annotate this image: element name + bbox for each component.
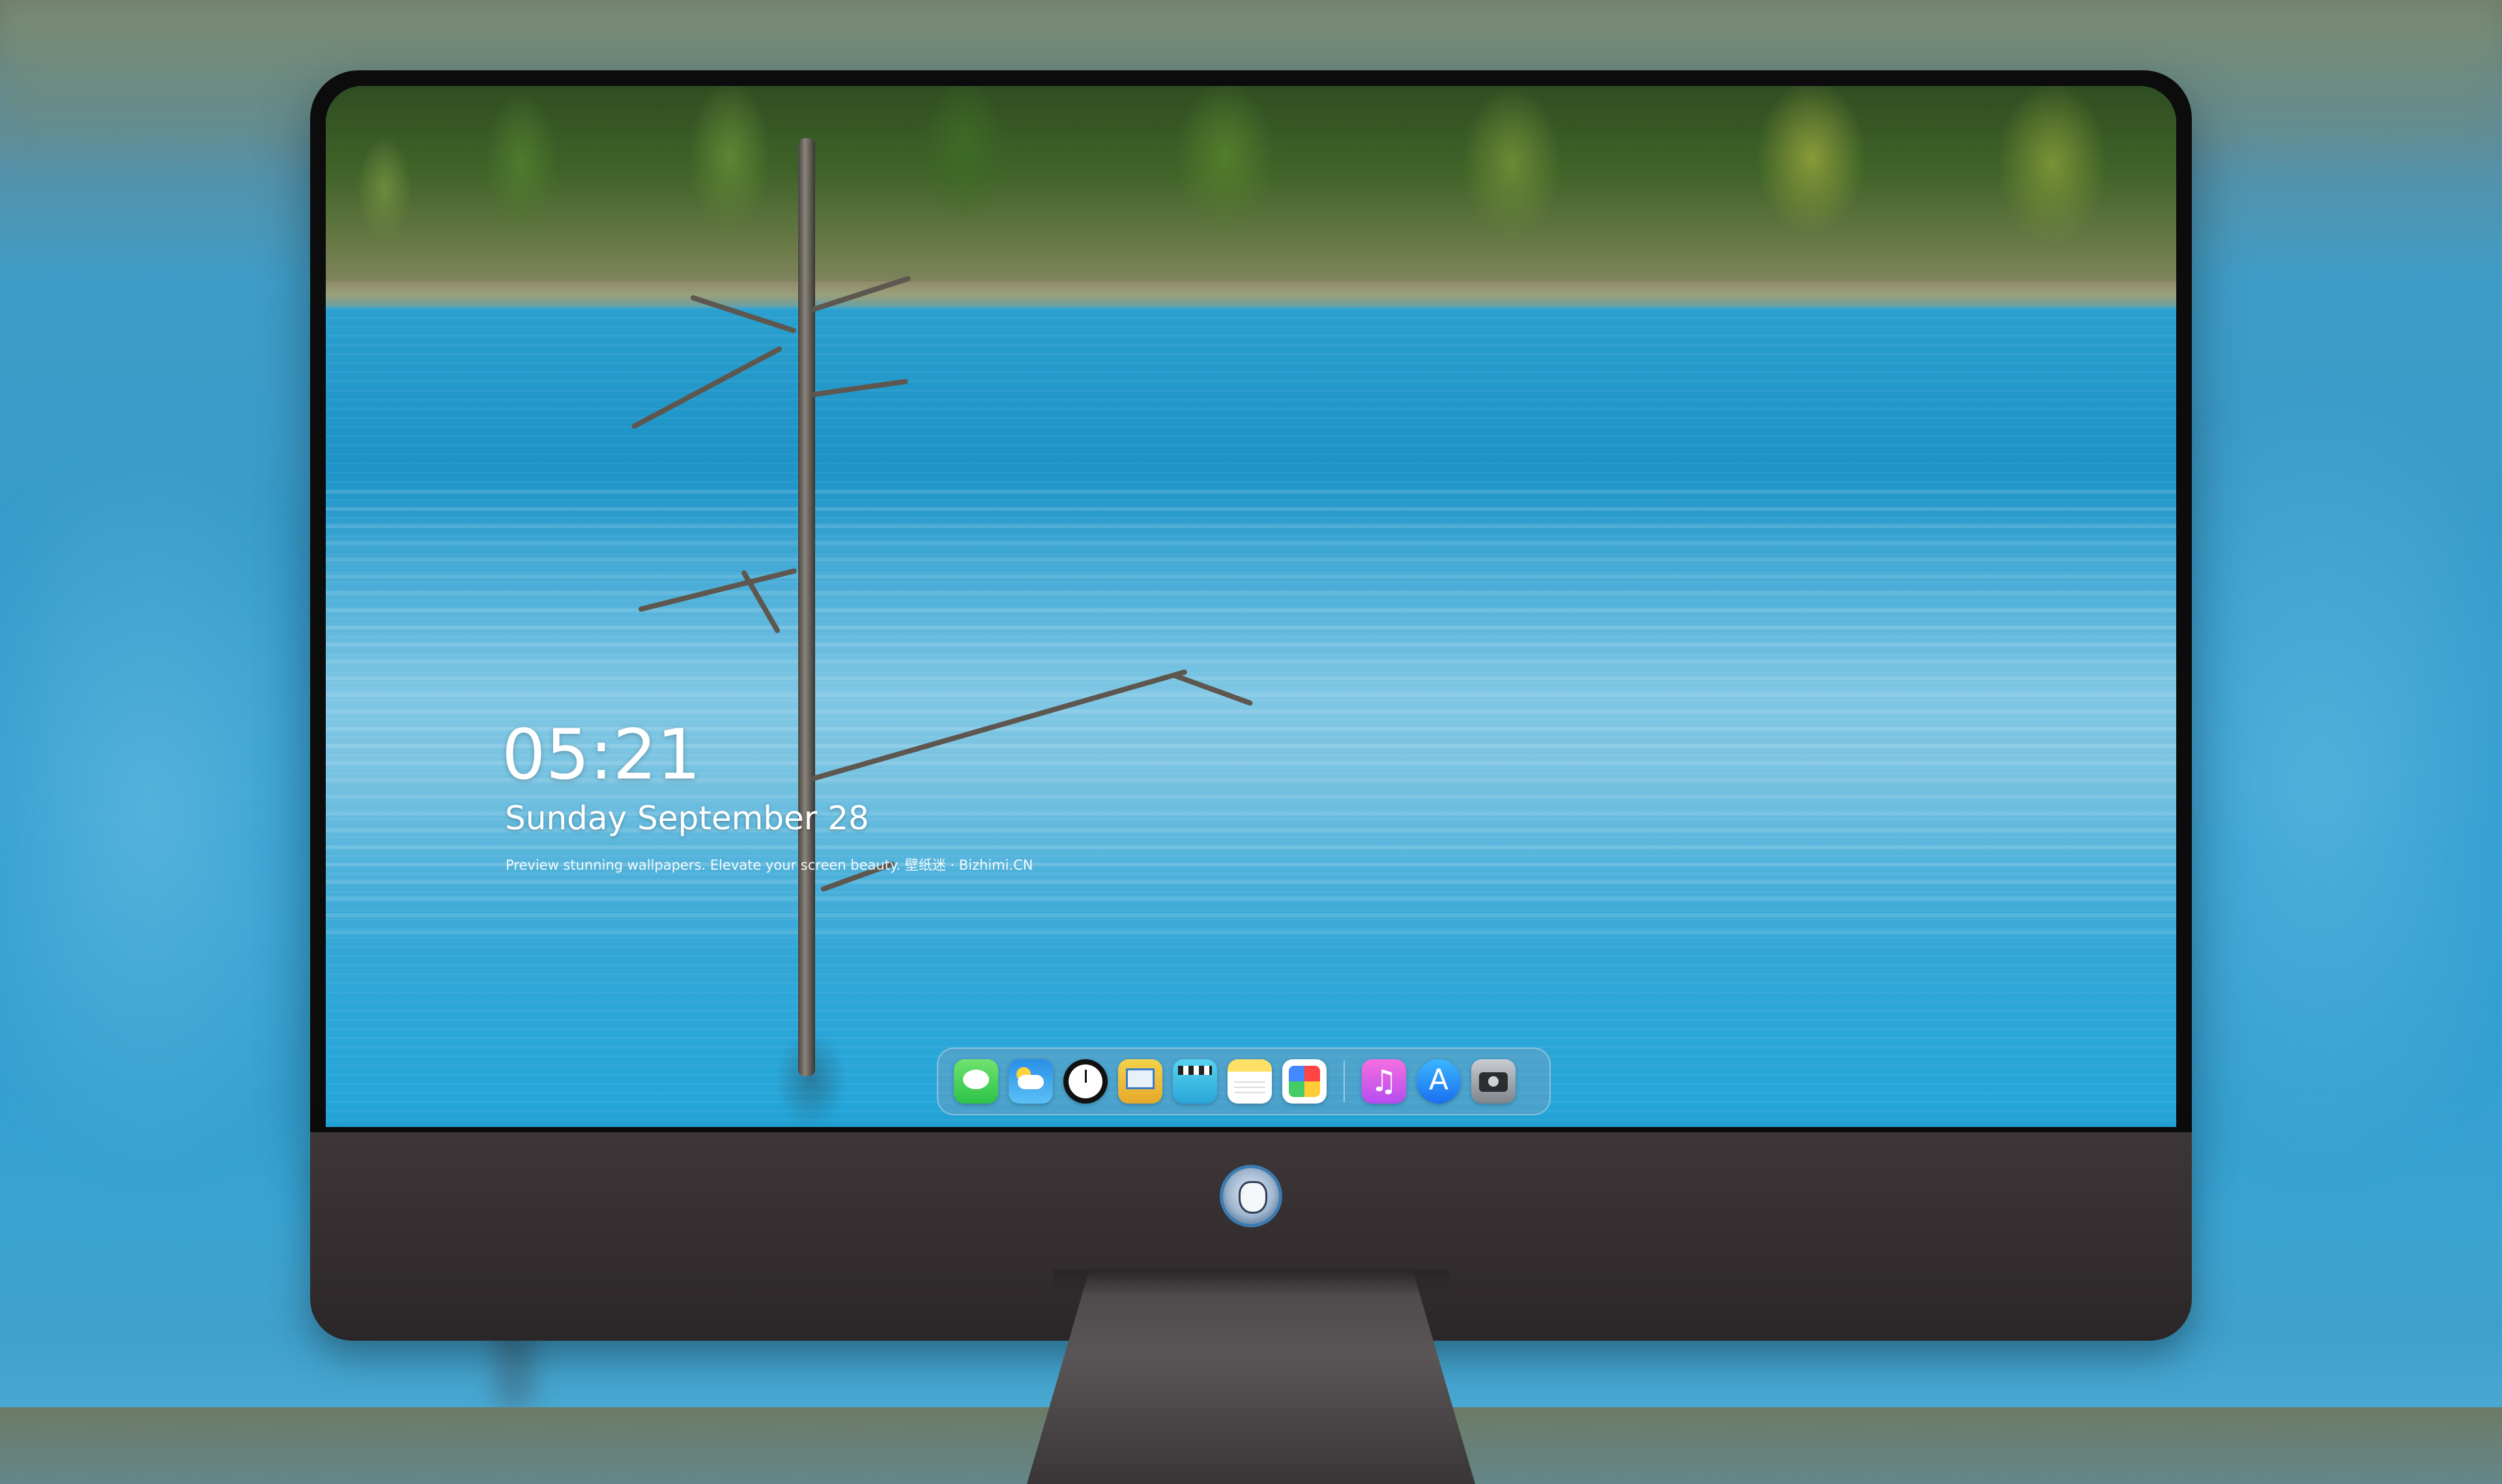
messages-icon[interactable] <box>954 1059 998 1104</box>
music-icon[interactable] <box>1362 1059 1406 1104</box>
weather-icon[interactable] <box>1009 1059 1053 1104</box>
lock-screen-tagline: Preview stunning wallpapers. Elevate you… <box>506 857 1033 873</box>
camera-icon[interactable] <box>1471 1059 1516 1104</box>
lock-screen-clock: 05:21 <box>502 715 701 795</box>
dead-tree-trunk <box>798 138 815 1076</box>
preview-icon[interactable] <box>1118 1059 1162 1104</box>
clock-icon[interactable] <box>1063 1059 1108 1104</box>
wallpaper-forest <box>326 86 2176 301</box>
lock-screen-date: Sunday September 28 <box>505 799 869 837</box>
notes-icon[interactable] <box>1228 1059 1272 1104</box>
app-store-icon[interactable] <box>1416 1059 1461 1104</box>
dock-separator <box>1344 1061 1345 1102</box>
monitor: 05:21 Sunday September 28 Preview stunni… <box>310 70 2192 1484</box>
brand-logo-icon <box>1220 1165 1282 1227</box>
dock <box>937 1048 1551 1115</box>
photos-icon[interactable] <box>1282 1059 1327 1104</box>
clips-icon[interactable] <box>1173 1059 1217 1104</box>
wallpaper <box>326 86 2176 1127</box>
screen[interactable]: 05:21 Sunday September 28 Preview stunni… <box>326 86 2176 1127</box>
monitor-stand-shadow <box>1053 1269 1449 1295</box>
monitor-stand <box>1027 1269 1475 1484</box>
